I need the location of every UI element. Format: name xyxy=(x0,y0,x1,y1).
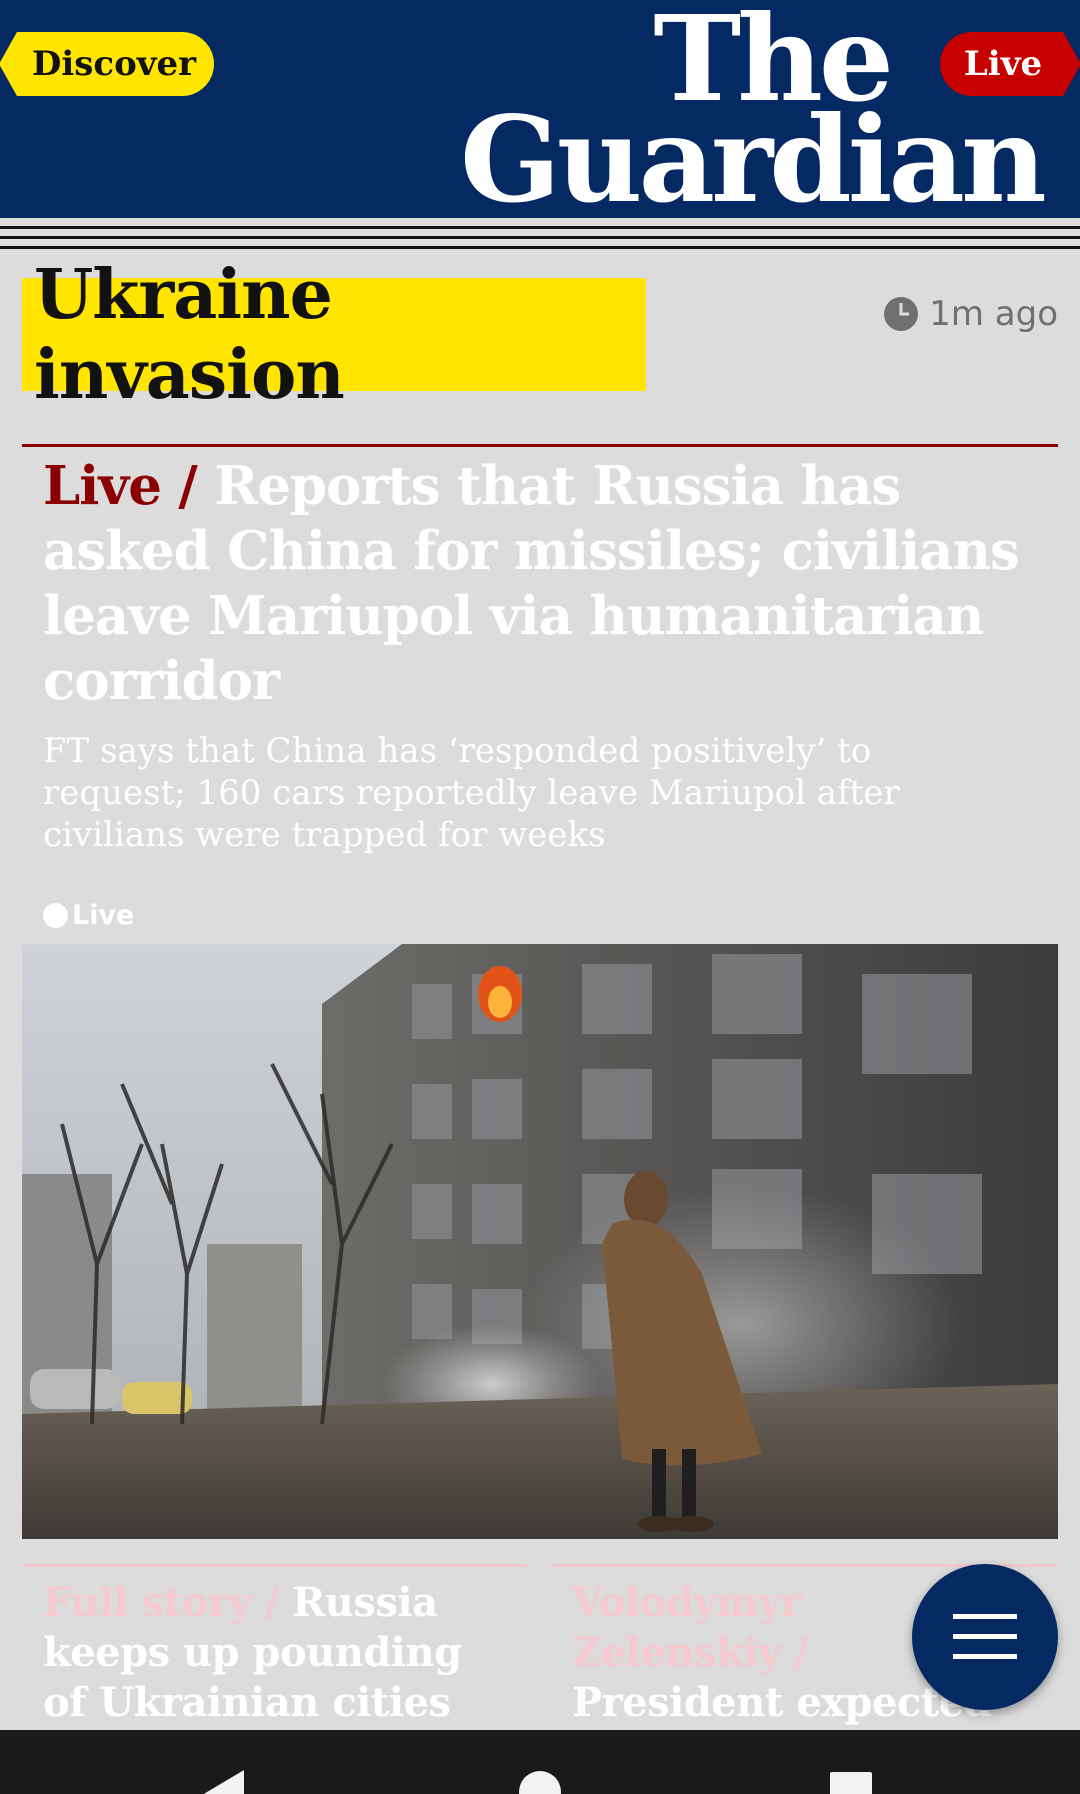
clock-icon xyxy=(884,297,919,331)
article-image[interactable] xyxy=(22,944,1058,1539)
live-tag-label: Live xyxy=(72,900,135,931)
live-tag: Live xyxy=(43,900,134,931)
live-label: Live xyxy=(963,44,1043,84)
card-kicker: Volodymyr Zelenskiy / xyxy=(572,1579,809,1676)
menu-icon xyxy=(953,1614,1017,1659)
article-headline[interactable]: Live / Reports that Russia has asked Chi… xyxy=(43,454,1043,714)
article-standfirst: FT says that China has ‘responded positi… xyxy=(43,731,900,855)
app-header: Discover The Guardian Live xyxy=(0,0,1080,230)
article-divider xyxy=(22,444,1058,447)
header-separator xyxy=(0,218,1080,258)
home-icon[interactable] xyxy=(518,1770,562,1794)
discover-button[interactable]: Discover xyxy=(0,32,214,96)
recents-icon[interactable] xyxy=(830,1772,872,1794)
live-kicker: Live / xyxy=(43,455,198,517)
section-kicker-label: Ukraine invasion xyxy=(34,254,345,415)
card-rule-left xyxy=(22,1564,527,1567)
card-kicker: Full story / xyxy=(43,1579,279,1626)
live-button[interactable]: Live xyxy=(940,32,1080,96)
system-nav-bar xyxy=(0,1730,1080,1794)
logo-line2: Guardian xyxy=(460,90,1047,230)
live-dot-icon xyxy=(43,903,68,928)
section-kicker[interactable]: Ukraine invasion xyxy=(22,255,646,415)
article-timestamp: 1m ago xyxy=(883,294,1058,334)
back-icon[interactable] xyxy=(198,1770,248,1794)
menu-button[interactable] xyxy=(912,1564,1058,1710)
discover-label: Discover xyxy=(31,44,197,84)
timestamp-text: 1m ago xyxy=(929,294,1058,334)
